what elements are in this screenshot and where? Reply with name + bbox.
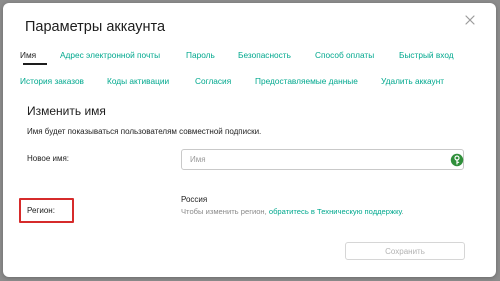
region-label: Регион: <box>27 206 55 215</box>
region-hint-suffix: . <box>401 207 404 216</box>
tab-password[interactable]: Пароль <box>186 50 215 60</box>
tab-payment-method[interactable]: Способ оплаты <box>315 50 374 60</box>
section-title: Изменить имя <box>27 104 106 118</box>
tab-email[interactable]: Адрес электронной почты <box>60 50 160 60</box>
new-name-label: Новое имя: <box>27 154 70 163</box>
tab-order-history[interactable]: История заказов <box>20 76 84 86</box>
dialog-title: Параметры аккаунта <box>25 19 166 35</box>
support-link[interactable]: обратитесь в Техническую поддержку <box>269 207 402 216</box>
close-icon[interactable] <box>463 13 477 27</box>
save-button[interactable]: Сохранить <box>345 242 465 260</box>
tab-name[interactable]: Имя <box>20 50 36 60</box>
active-tab-indicator <box>23 63 47 65</box>
tab-quick-login[interactable]: Быстрый вход <box>399 50 454 60</box>
account-settings-dialog: Параметры аккаунта Имя Адрес электронной… <box>3 3 496 277</box>
tab-shared-data[interactable]: Предоставляемые данные <box>255 76 358 86</box>
region-value: Россия <box>181 195 208 204</box>
key-icon <box>450 153 464 167</box>
section-subtitle: Имя будет показываться пользователям сов… <box>27 127 262 136</box>
tab-security[interactable]: Безопасность <box>238 50 291 60</box>
name-input[interactable] <box>190 153 440 166</box>
tab-activation-codes[interactable]: Коды активации <box>107 76 169 86</box>
name-input-field[interactable] <box>181 149 464 170</box>
tab-consents[interactable]: Согласия <box>195 76 231 86</box>
region-hint: Чтобы изменить регион, обратитесь в Техн… <box>181 207 404 216</box>
tab-delete-account[interactable]: Удалить аккаунт <box>381 76 444 86</box>
region-hint-text: Чтобы изменить регион, <box>181 207 269 216</box>
